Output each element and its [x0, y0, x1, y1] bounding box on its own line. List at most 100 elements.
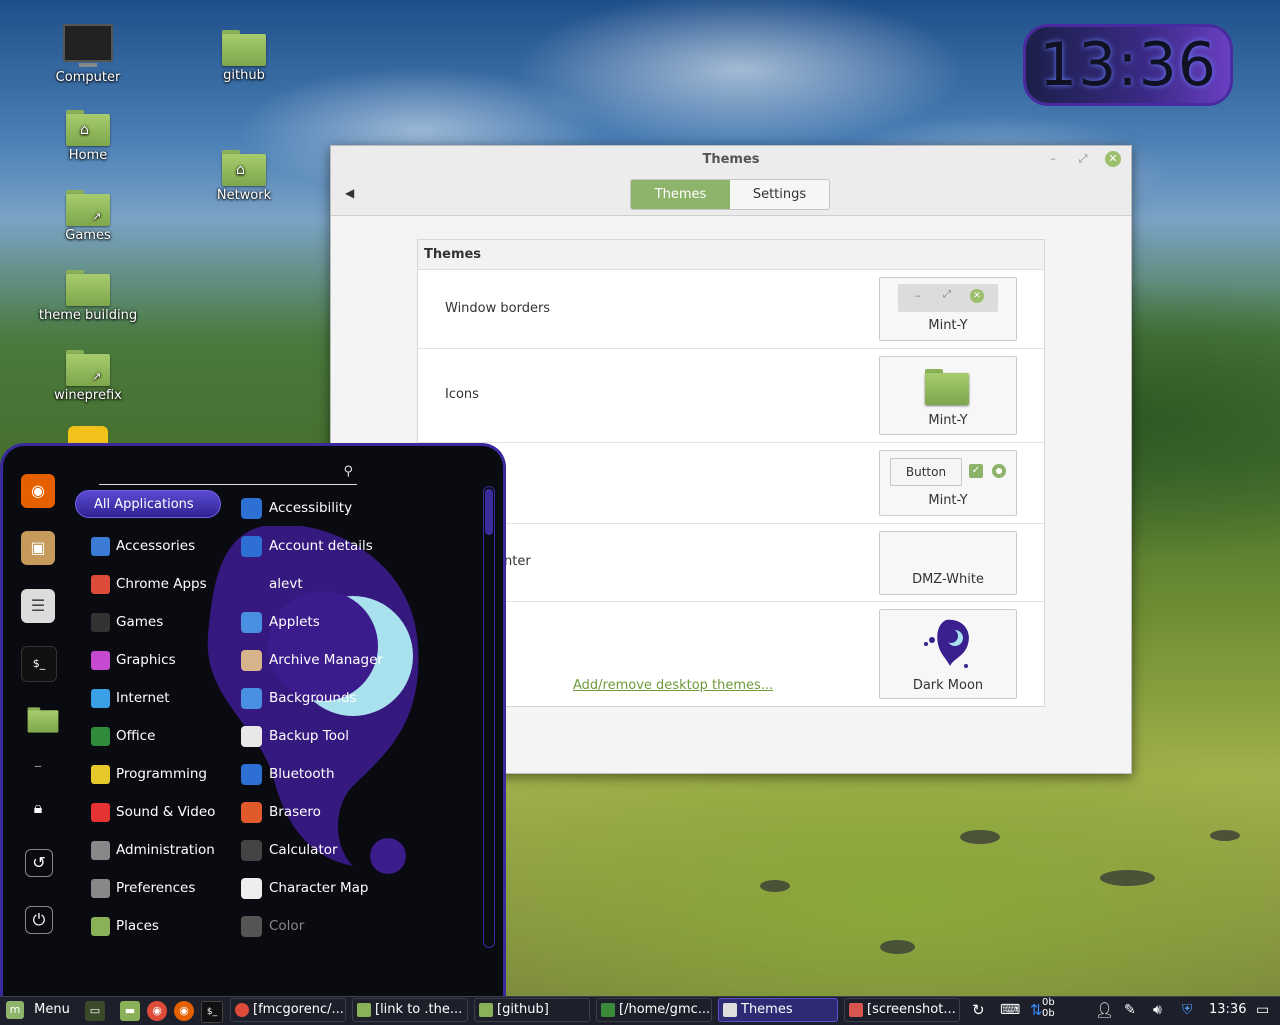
- logout-icon[interactable]: ↺: [25, 849, 53, 877]
- tab-themes[interactable]: Themes: [631, 180, 730, 209]
- app-bluetooth[interactable]: Bluetooth: [241, 760, 335, 788]
- search-input[interactable]: [99, 464, 333, 481]
- chooser-value: Dark Moon: [912, 678, 984, 693]
- terminal-icon[interactable]: $_: [21, 646, 57, 682]
- brasero-icon: [241, 801, 262, 823]
- package-icon[interactable]: ▣: [21, 531, 55, 565]
- refresh-icon[interactable]: ↻: [972, 997, 985, 1025]
- category-administration[interactable]: Administration: [91, 836, 215, 864]
- pointer-chooser[interactable]: DMZ-White: [879, 531, 1017, 595]
- category-preferences[interactable]: Preferences: [91, 874, 195, 902]
- terminal-launcher-icon[interactable]: $_: [201, 1001, 223, 1023]
- lock-icon[interactable]: 🔒︎: [21, 791, 55, 825]
- firefox-icon[interactable]: ◉: [21, 474, 55, 508]
- category-sound-video[interactable]: Sound & Video: [91, 798, 215, 826]
- task-folder-link[interactable]: [link to .the...: [352, 998, 468, 1022]
- task-terminal[interactable]: [/home/gmc...: [596, 998, 712, 1022]
- network-folder-icon: ⌂: [222, 150, 266, 186]
- backgrounds-icon: [241, 687, 262, 709]
- maximize-button[interactable]: ⤢: [1075, 151, 1091, 167]
- pen-icon[interactable]: ✎: [1124, 997, 1136, 1025]
- app-backup-tool[interactable]: Backup Tool: [241, 722, 349, 750]
- volume-icon[interactable]: 🔊︎: [1153, 997, 1162, 1025]
- back-arrow-icon[interactable]: ◀: [345, 186, 354, 200]
- folder-link-icon: ↗: [66, 350, 110, 386]
- app-character-map[interactable]: Character Map: [241, 874, 368, 902]
- add-remove-themes-link[interactable]: Add/remove desktop themes...: [573, 678, 773, 693]
- app-alevt[interactable]: alevt: [241, 570, 303, 598]
- app-archive-manager[interactable]: Archive Manager: [241, 646, 383, 674]
- search-icon: ⚲: [343, 464, 353, 479]
- category-chrome-apps[interactable]: Chrome Apps: [91, 570, 207, 598]
- app-label: Account details: [269, 538, 373, 554]
- network-transfer-icon: ⇅: [1030, 1001, 1043, 1019]
- desktop-icon-games[interactable]: ↗ Games: [33, 190, 143, 243]
- task-label: [/home/gmc...: [619, 1002, 711, 1017]
- task-themes[interactable]: Themes: [718, 998, 838, 1022]
- task-chrome[interactable]: [fmcgorenc/...: [230, 998, 346, 1022]
- settings-toggle-icon[interactable]: ☰: [21, 589, 55, 623]
- desktop-icon-wineprefix[interactable]: ↗ wineprefix: [33, 350, 143, 403]
- desktop-icon-computer[interactable]: Computer: [33, 24, 143, 85]
- dark-moon-icon: [924, 619, 969, 668]
- category-games[interactable]: Games: [91, 608, 163, 636]
- keyboard-icon[interactable]: ⌨: [1000, 997, 1020, 1025]
- files-launcher-icon[interactable]: ▬: [120, 1001, 140, 1021]
- category-internet[interactable]: Internet: [91, 684, 170, 712]
- app-accessibility[interactable]: Accessibility: [241, 494, 352, 522]
- desktop-icon-label: github: [223, 68, 265, 83]
- menu-scrollbar[interactable]: [483, 486, 495, 948]
- desktop-icon-network[interactable]: ⌂ Network: [189, 150, 299, 203]
- chooser-value: Mint-Y: [928, 318, 968, 333]
- category-all-applications[interactable]: All Applications: [75, 490, 221, 518]
- controls-chooser[interactable]: Button ✓ Mint-Y: [879, 450, 1017, 516]
- clock-time: 13:36: [1039, 30, 1217, 100]
- category-accessories[interactable]: Accessories: [91, 532, 195, 560]
- user-icon[interactable]: 👤︎: [1095, 997, 1114, 1025]
- close-button[interactable]: ✕: [1105, 151, 1121, 167]
- icons-chooser[interactable]: Mint-Y: [879, 356, 1017, 435]
- chrome-icon: [235, 1002, 249, 1017]
- minimize-icon: –: [915, 289, 921, 302]
- task-screenshot[interactable]: [screenshot...: [844, 998, 960, 1022]
- shutdown-icon[interactable]: ⏻: [25, 906, 53, 934]
- firefox-launcher-icon[interactable]: ◉: [174, 1001, 194, 1021]
- shield-icon[interactable]: ⛨: [1182, 997, 1193, 1025]
- category-label: Office: [116, 728, 156, 744]
- show-desktop-icon[interactable]: ▭: [85, 1001, 105, 1021]
- app-applets[interactable]: Applets: [241, 608, 320, 636]
- app-brasero[interactable]: Brasero: [241, 798, 321, 826]
- scrollbar-thumb[interactable]: [485, 489, 493, 535]
- desktop-icon-theme-building[interactable]: theme building: [33, 270, 143, 323]
- app-color[interactable]: Color: [241, 912, 304, 940]
- image-icon: [849, 1002, 863, 1017]
- chooser-value: Mint-Y: [928, 493, 968, 508]
- menu-button[interactable]: m Menu: [6, 997, 70, 1025]
- admin-icon: [91, 840, 110, 860]
- workspace-icon[interactable]: ▭: [1256, 997, 1269, 1025]
- folder-icon: [222, 30, 266, 66]
- category-places[interactable]: Places: [91, 912, 159, 940]
- desktop-icon-partial[interactable]: [33, 426, 143, 444]
- files-icon[interactable]: [21, 704, 59, 738]
- category-graphics[interactable]: Graphics: [91, 646, 176, 674]
- app-calculator[interactable]: Calculator: [241, 836, 338, 864]
- app-backgrounds[interactable]: Backgrounds: [241, 684, 357, 712]
- task-github[interactable]: [github]: [474, 998, 590, 1022]
- category-programming[interactable]: Programming: [91, 760, 207, 788]
- window-borders-chooser[interactable]: – ⤢ ✕ Mint-Y: [879, 277, 1017, 341]
- net-up-value: 0b: [1042, 997, 1055, 1008]
- app-account-details[interactable]: Account details: [241, 532, 373, 560]
- minimize-button[interactable]: –: [1045, 151, 1061, 167]
- app-icon: [68, 426, 108, 444]
- maximize-icon: ⤢: [943, 289, 951, 300]
- chooser-value: Mint-Y: [928, 413, 968, 428]
- category-office[interactable]: Office: [91, 722, 155, 750]
- clock-time[interactable]: 13:36: [1209, 997, 1246, 1025]
- accessibility-icon: [241, 497, 262, 519]
- chrome-launcher-icon[interactable]: ◉: [147, 1001, 167, 1021]
- tab-settings[interactable]: Settings: [730, 180, 829, 209]
- desktop-icon-home[interactable]: ⌂ Home: [33, 110, 143, 163]
- desktop-icon-github[interactable]: github: [189, 30, 299, 83]
- desktop-chooser[interactable]: Dark Moon: [879, 609, 1017, 699]
